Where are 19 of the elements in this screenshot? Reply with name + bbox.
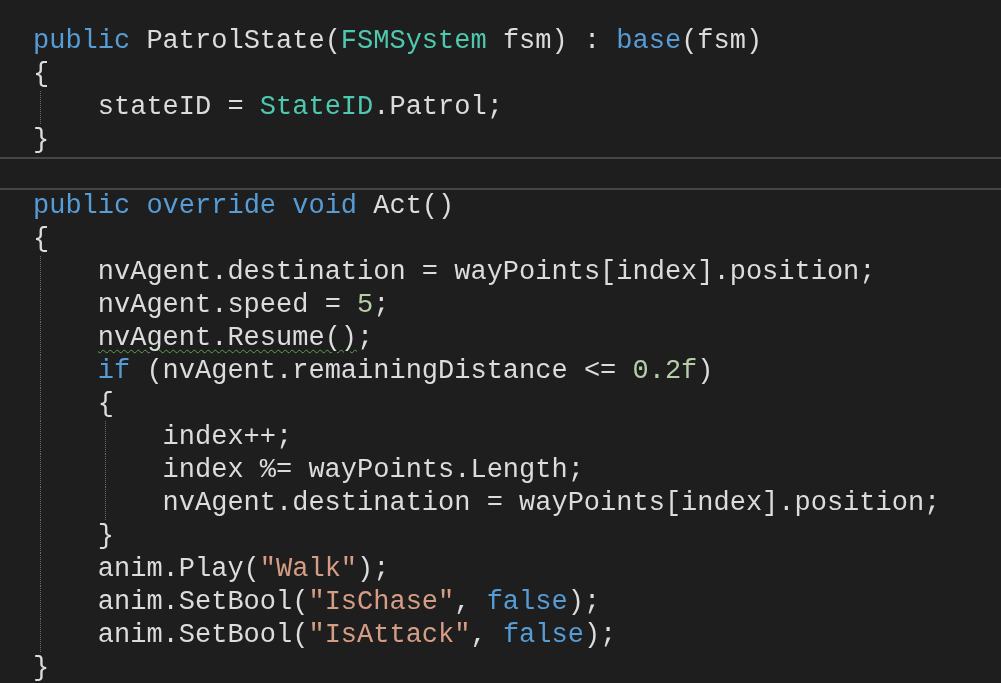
code-line: if (nvAgent.remainingDistance <= 0.2f) xyxy=(97,355,714,388)
code-line: } xyxy=(97,520,114,553)
code-line: stateID = StateID.Patrol; xyxy=(97,91,503,124)
code-line: { xyxy=(33,58,50,91)
code-line: index %= wayPoints.Length; xyxy=(162,454,584,487)
code-line: { xyxy=(97,388,114,421)
code-line: nvAgent.Resume(); xyxy=(97,322,374,355)
code-line: anim.SetBool("IsAttack", false); xyxy=(97,619,617,652)
code-line: anim.Play("Walk"); xyxy=(97,553,390,586)
code-line: { xyxy=(33,223,50,256)
code-line: } xyxy=(33,652,50,683)
code-line: nvAgent.destination = wayPoints[index].position; xyxy=(162,487,941,520)
code-line: index++; xyxy=(162,421,293,454)
code-line: } xyxy=(33,124,50,157)
code-line: anim.SetBool("IsChase", false); xyxy=(97,586,601,619)
code-line: nvAgent.destination = wayPoints[index].position; xyxy=(97,256,876,289)
code-line: public PatrolState(FSMSystem fsm) : base(fsm) xyxy=(33,25,763,58)
code-line: public override void Act() xyxy=(33,190,455,223)
code-line: nvAgent.speed = 5; xyxy=(97,289,390,322)
